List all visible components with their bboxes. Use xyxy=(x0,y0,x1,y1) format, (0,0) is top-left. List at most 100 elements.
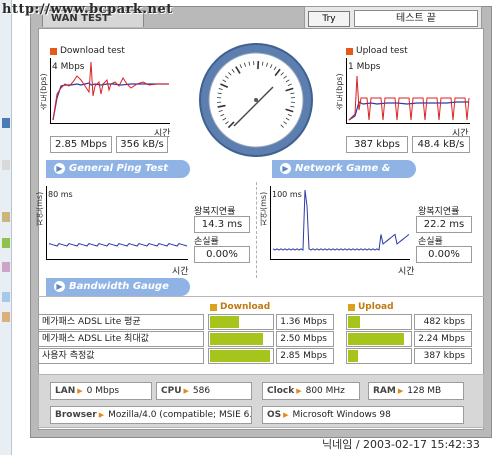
lan-label: LAN xyxy=(55,386,76,396)
triangle-right-icon: ▶ xyxy=(77,387,83,395)
bandwidth-row-label: 메가패스 ADSL Lite 평균 xyxy=(38,314,204,330)
download-scale: 4 Mbps xyxy=(52,62,85,72)
ram-info: RAM ▶ 128 MB xyxy=(368,382,464,400)
upload-scale: 1 Mbps xyxy=(348,62,381,72)
download-title-text: Download test xyxy=(60,46,125,56)
orange-square-icon xyxy=(210,303,217,311)
try-again-button[interactable]: Try again xyxy=(308,11,350,38)
game-x-label: 시간 xyxy=(398,267,415,277)
bandwidth-upload-bar-fill xyxy=(348,350,358,362)
bandwidth-divider xyxy=(38,296,484,297)
bandwidth-download-header: Download xyxy=(210,302,270,312)
game-rtt-value: 22.2 ms xyxy=(416,216,472,233)
ping-section-label: General Ping Test xyxy=(69,163,169,174)
bandwidth-upload-bar xyxy=(346,314,412,330)
bandwidth-download-bar xyxy=(208,331,274,347)
os-value: Microsoft Windows 98 xyxy=(292,410,391,420)
arrow-right-icon: ▶ xyxy=(54,163,65,174)
lan-value: 0 Mbps xyxy=(86,386,120,396)
ping-scale: 80 ms xyxy=(48,190,73,199)
orange-square-icon xyxy=(346,47,353,55)
bandwidth-upload-bar-fill xyxy=(348,333,404,345)
upload-header-text: Upload xyxy=(358,302,394,312)
download-header-text: Download xyxy=(220,302,271,312)
ping-loss-value: 0.00% xyxy=(194,246,250,263)
bandwidth-upload-value: 2.24 Mbps xyxy=(414,331,472,347)
upload-series-red xyxy=(348,75,470,121)
upload-title-text: Upload test xyxy=(356,46,408,56)
section-bandwidth-gauge: ▶ Bandwidth Gauge xyxy=(46,278,190,296)
upload-y-label: 속도(bps) xyxy=(335,73,344,110)
bandwidth-upload-value: 387 kbps xyxy=(414,348,472,364)
bandwidth-upload-value: 482 kbps xyxy=(414,314,472,330)
bandwidth-section-label: Bandwidth Gauge xyxy=(69,281,169,292)
upload-series-blue xyxy=(348,101,469,121)
game-y-label: 지연(ms) xyxy=(259,191,268,226)
cpu-info: CPU ▶ 586 xyxy=(156,382,252,400)
os-label: OS xyxy=(267,410,282,420)
download-series-blue xyxy=(52,82,169,121)
ping-y-label: 지연(ms) xyxy=(35,191,44,226)
triangle-right-icon: ▶ xyxy=(183,387,189,395)
strip-block xyxy=(2,292,10,302)
browser-value: Mozilla/4.0 (compatible; MSIE 6.0 xyxy=(108,410,252,420)
download-bytes-value: 356 kB/s xyxy=(116,136,168,153)
bandwidth-download-value: 2.50 Mbps xyxy=(276,331,334,347)
cpu-label: CPU xyxy=(161,386,182,396)
bandwidth-upload-bar-fill xyxy=(348,316,360,328)
speed-gauge xyxy=(198,42,314,158)
footer-signature: 닉네임 / 2003-02-17 15:42:33 xyxy=(322,438,480,451)
triangle-right-icon: ▶ xyxy=(296,387,302,395)
bandwidth-row-label: 메가패스 ADSL Lite 최대값 xyxy=(38,331,204,347)
bandwidth-download-value: 2.85 Mbps xyxy=(276,348,334,364)
ram-label: RAM xyxy=(373,386,396,396)
clock-value: 800 MHz xyxy=(305,386,345,396)
bandwidth-download-bar-fill xyxy=(210,350,270,362)
bandwidth-upload-bar xyxy=(346,348,412,364)
bandwidth-row-label: 사용자 측정값 xyxy=(38,348,204,364)
upload-test-title: Upload test xyxy=(346,46,408,56)
strip-block xyxy=(2,238,10,248)
strip-block xyxy=(2,212,10,222)
clock-info: Clock ▶ 800 MHz xyxy=(262,382,360,400)
arrow-right-icon: ▶ xyxy=(54,281,65,292)
download-y-label: 속도(bps) xyxy=(39,73,48,110)
arrow-right-icon: ▶ xyxy=(280,163,291,174)
browser-label: Browser xyxy=(55,410,97,420)
upload-bytes-value: 48.4 kB/s xyxy=(412,136,470,153)
download-test-title: Download test xyxy=(50,46,125,56)
section-network-game-voip-test: ▶Network Game & VoIP Test xyxy=(272,160,416,192)
strip-block xyxy=(2,312,10,322)
os-info: OS ▶ Microsoft Windows 98 xyxy=(262,406,464,424)
ping-x-label: 시간 xyxy=(172,267,189,277)
section-general-ping-test: ▶ General Ping Test xyxy=(46,160,190,178)
game-scale: 100 ms xyxy=(272,190,302,199)
upload-bps-value: 387 kbps xyxy=(346,136,408,153)
download-bps-value: 2.85 Mbps xyxy=(50,136,112,153)
strip-block xyxy=(2,118,10,128)
watermark-text: http://www.bcpark.net xyxy=(2,2,173,17)
left-sidebar-strip xyxy=(0,0,12,455)
orange-square-icon xyxy=(348,303,355,311)
bandwidth-download-bar xyxy=(208,314,274,330)
status-field: 테스트 끝 xyxy=(354,10,478,27)
bandwidth-download-bar-fill xyxy=(210,333,263,345)
strip-block xyxy=(2,160,10,170)
clock-label: Clock xyxy=(267,386,295,396)
triangle-right-icon: ▶ xyxy=(98,411,105,419)
lan-info: LAN ▶ 0 Mbps xyxy=(50,382,152,400)
bandwidth-download-value: 1.36 Mbps xyxy=(276,314,334,330)
game-series xyxy=(272,189,410,251)
game-loss-value: 0.00% xyxy=(416,246,472,263)
strip-block xyxy=(2,262,10,272)
bandwidth-upload-bar xyxy=(346,331,412,347)
orange-square-icon xyxy=(50,47,57,55)
ping-series xyxy=(48,243,188,247)
divider xyxy=(256,182,257,278)
bandwidth-upload-header: Upload xyxy=(348,302,394,312)
speed-gauge-svg xyxy=(199,43,313,157)
bandwidth-download-bar-fill xyxy=(210,316,239,328)
bandwidth-download-bar xyxy=(208,348,274,364)
triangle-right-icon: ▶ xyxy=(283,411,289,419)
ping-rtt-value: 14.3 ms xyxy=(194,216,250,233)
